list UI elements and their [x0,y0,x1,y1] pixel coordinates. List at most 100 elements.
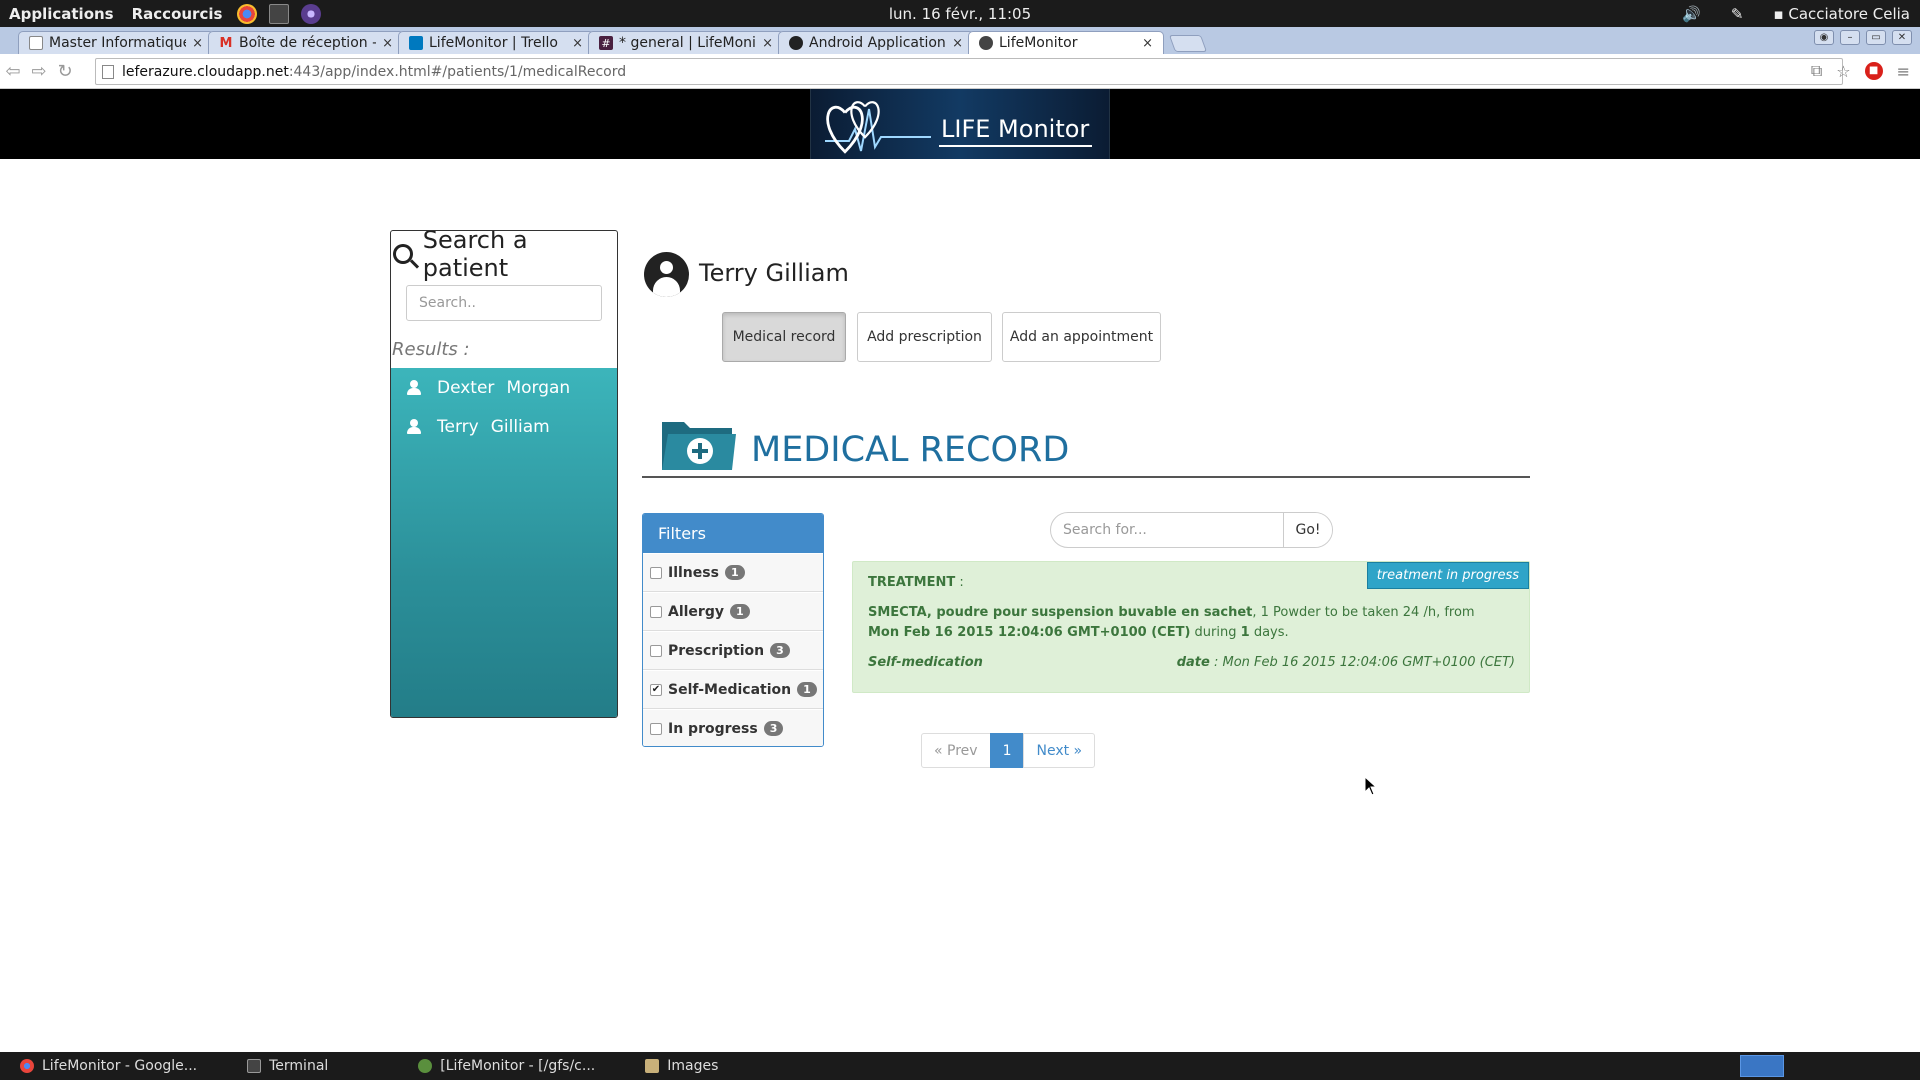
forward-icon[interactable]: ⇨ [26,61,52,82]
tab-close-icon[interactable]: × [952,36,963,51]
workspace-switcher[interactable] [1740,1055,1784,1077]
pagination: « Prev 1 Next » [921,733,1096,768]
dose-text: , 1 Powder to be taken 24 /h, from [1252,605,1475,620]
self-medication-checkbox[interactable]: ✔ [650,683,662,696]
prev-page-button[interactable]: « Prev [921,733,991,768]
page-icon [29,36,43,50]
taskbar-item-images[interactable]: Images [645,1052,748,1080]
result-item-dexter-morgan[interactable]: Dexter Morgan [391,368,617,407]
first-name: Dexter [437,377,495,398]
slack-icon: # [599,36,613,50]
date-label: date [1176,655,1210,670]
entry-category: Self-medication [868,655,983,670]
filter-label: Prescription [668,642,765,659]
back-icon[interactable]: ⇦ [0,61,26,82]
last-name: Morgan [506,377,571,398]
tab-close-icon[interactable]: × [192,36,203,51]
result-item-terry-gilliam[interactable]: Terry Gilliam [391,407,617,446]
filters-header: Filters [643,514,823,553]
translate-icon[interactable]: ⧉ [1811,61,1822,81]
page-1-button[interactable]: 1 [989,733,1025,768]
lifemonitor-logo[interactable]: LIFE Monitor [810,89,1110,159]
tab-close-icon[interactable]: × [762,36,773,51]
logo-text: LIFE Monitor [939,115,1093,147]
tab-title: LifeMonitor | Trello [429,35,558,51]
next-page-button[interactable]: Next » [1023,733,1096,768]
taskbar-label: Terminal [269,1058,329,1074]
filter-label: In progress [668,720,758,737]
filter-allergy[interactable]: Allergy 1 [643,592,823,631]
title-divider [642,476,1530,478]
profile-icon[interactable]: ◉ [1814,30,1834,45]
tab-close-icon[interactable]: × [572,36,583,51]
patient-avatar-icon [644,252,689,297]
filter-prescription[interactable]: Prescription 3 [643,631,823,670]
reload-icon[interactable]: ↻ [52,61,78,82]
tab-master-informatique[interactable]: Master Informatique × [18,31,214,54]
tab-title: Android Application [809,35,946,51]
tab-github[interactable]: Android Application × [778,31,974,54]
applications-menu[interactable]: Applications [0,5,123,23]
new-tab-button[interactable] [1168,35,1208,52]
volume-icon[interactable]: 🔊 [1682,5,1701,23]
chrome-launcher-icon[interactable] [237,3,258,24]
treatment-card[interactable]: treatment in progress TREATMENT : SMECTA… [852,561,1530,693]
taskbar-item-chrome[interactable]: LifeMonitor - Google... [20,1052,227,1080]
patient-search-panel: Search a patient Search.. Results : Dext… [390,230,618,718]
in-progress-checkbox[interactable] [650,722,662,735]
allergy-checkbox[interactable] [650,605,662,618]
terminal-icon [247,1059,262,1073]
minimize-icon[interactable]: – [1840,30,1860,45]
from-date: Mon Feb 16 2015 12:04:06 GMT+0100 (CET) [868,625,1191,640]
terminal-launcher-icon[interactable] [269,3,290,24]
address-bar[interactable]: leferazure.cloudapp.net:443/app/index.ht… [95,58,1843,85]
count-badge: 1 [797,682,817,697]
lifemonitor-icon [979,36,993,50]
go-button[interactable]: Go! [1283,513,1332,547]
last-name: Gilliam [490,416,550,437]
filter-illness[interactable]: Illness 1 [643,553,823,592]
record-search-input[interactable]: Search for... [1051,513,1283,547]
url-host: leferazure.cloudapp.net [122,63,289,80]
filter-self-medication[interactable]: ✔ Self-Medication 1 [643,670,823,709]
shortcuts-menu[interactable]: Raccourcis [123,5,232,23]
patient-search-input[interactable]: Search.. [406,285,602,321]
github-icon [789,36,803,50]
bookmark-star-icon[interactable]: ☆ [1836,62,1850,81]
tab-close-icon[interactable]: × [1142,36,1153,51]
eclipse-icon [418,1059,433,1073]
menu-icon[interactable]: ≡ [1897,62,1910,81]
tab-close-icon[interactable]: × [382,36,393,51]
duration: 1 [1240,625,1250,640]
site-header: LIFE Monitor [0,89,1920,159]
taskbar-item-eclipse[interactable]: [LifeMonitor - [/gfs/c... [418,1052,625,1080]
filters-panel: Filters Illness 1 Allergy 1 Prescription… [642,513,824,747]
tab-gmail[interactable]: M Boîte de réception - × [208,31,404,54]
clock[interactable]: lun. 16 févr., 11:05 [889,5,1031,23]
gmail-icon: M [219,35,233,51]
tab-slack[interactable]: # * general | LifeMoni × [588,31,784,54]
add-appointment-button[interactable]: Add an appointment [1002,312,1161,362]
results-list: Dexter Morgan Terry Gilliam [391,368,617,717]
network-icon[interactable]: ✎ [1731,5,1744,23]
record-search-group: Search for... Go! [1050,512,1333,548]
medical-record-button[interactable]: Medical record [722,312,846,362]
user-menu[interactable]: ▪ Cacciatore Celia [1773,5,1910,23]
maximize-icon[interactable]: ▭ [1866,30,1886,45]
illness-checkbox[interactable] [650,566,662,579]
add-prescription-button[interactable]: Add prescription [857,312,992,362]
close-window-icon[interactable]: ✕ [1892,30,1912,45]
browser-toolbar: ⇦ ⇨ ↻ leferazure.cloudapp.net:443/app/in… [0,54,1920,89]
tab-trello[interactable]: LifeMonitor | Trello × [398,31,594,54]
eclipse-launcher-icon[interactable] [301,3,322,24]
tab-lifemonitor[interactable]: LifeMonitor × [968,31,1164,54]
page-info-icon[interactable] [102,64,114,79]
folder-icon [645,1059,660,1073]
chrome-icon [20,1059,34,1073]
entry-type: TREATMENT [868,575,956,590]
adblock-icon[interactable]: ■ [1864,62,1883,80]
taskbar-item-terminal[interactable]: Terminal [247,1052,358,1080]
prescription-checkbox[interactable] [650,644,662,657]
search-panel-title-text: Search a patient [422,230,528,282]
filter-in-progress[interactable]: In progress 3 [643,709,823,746]
